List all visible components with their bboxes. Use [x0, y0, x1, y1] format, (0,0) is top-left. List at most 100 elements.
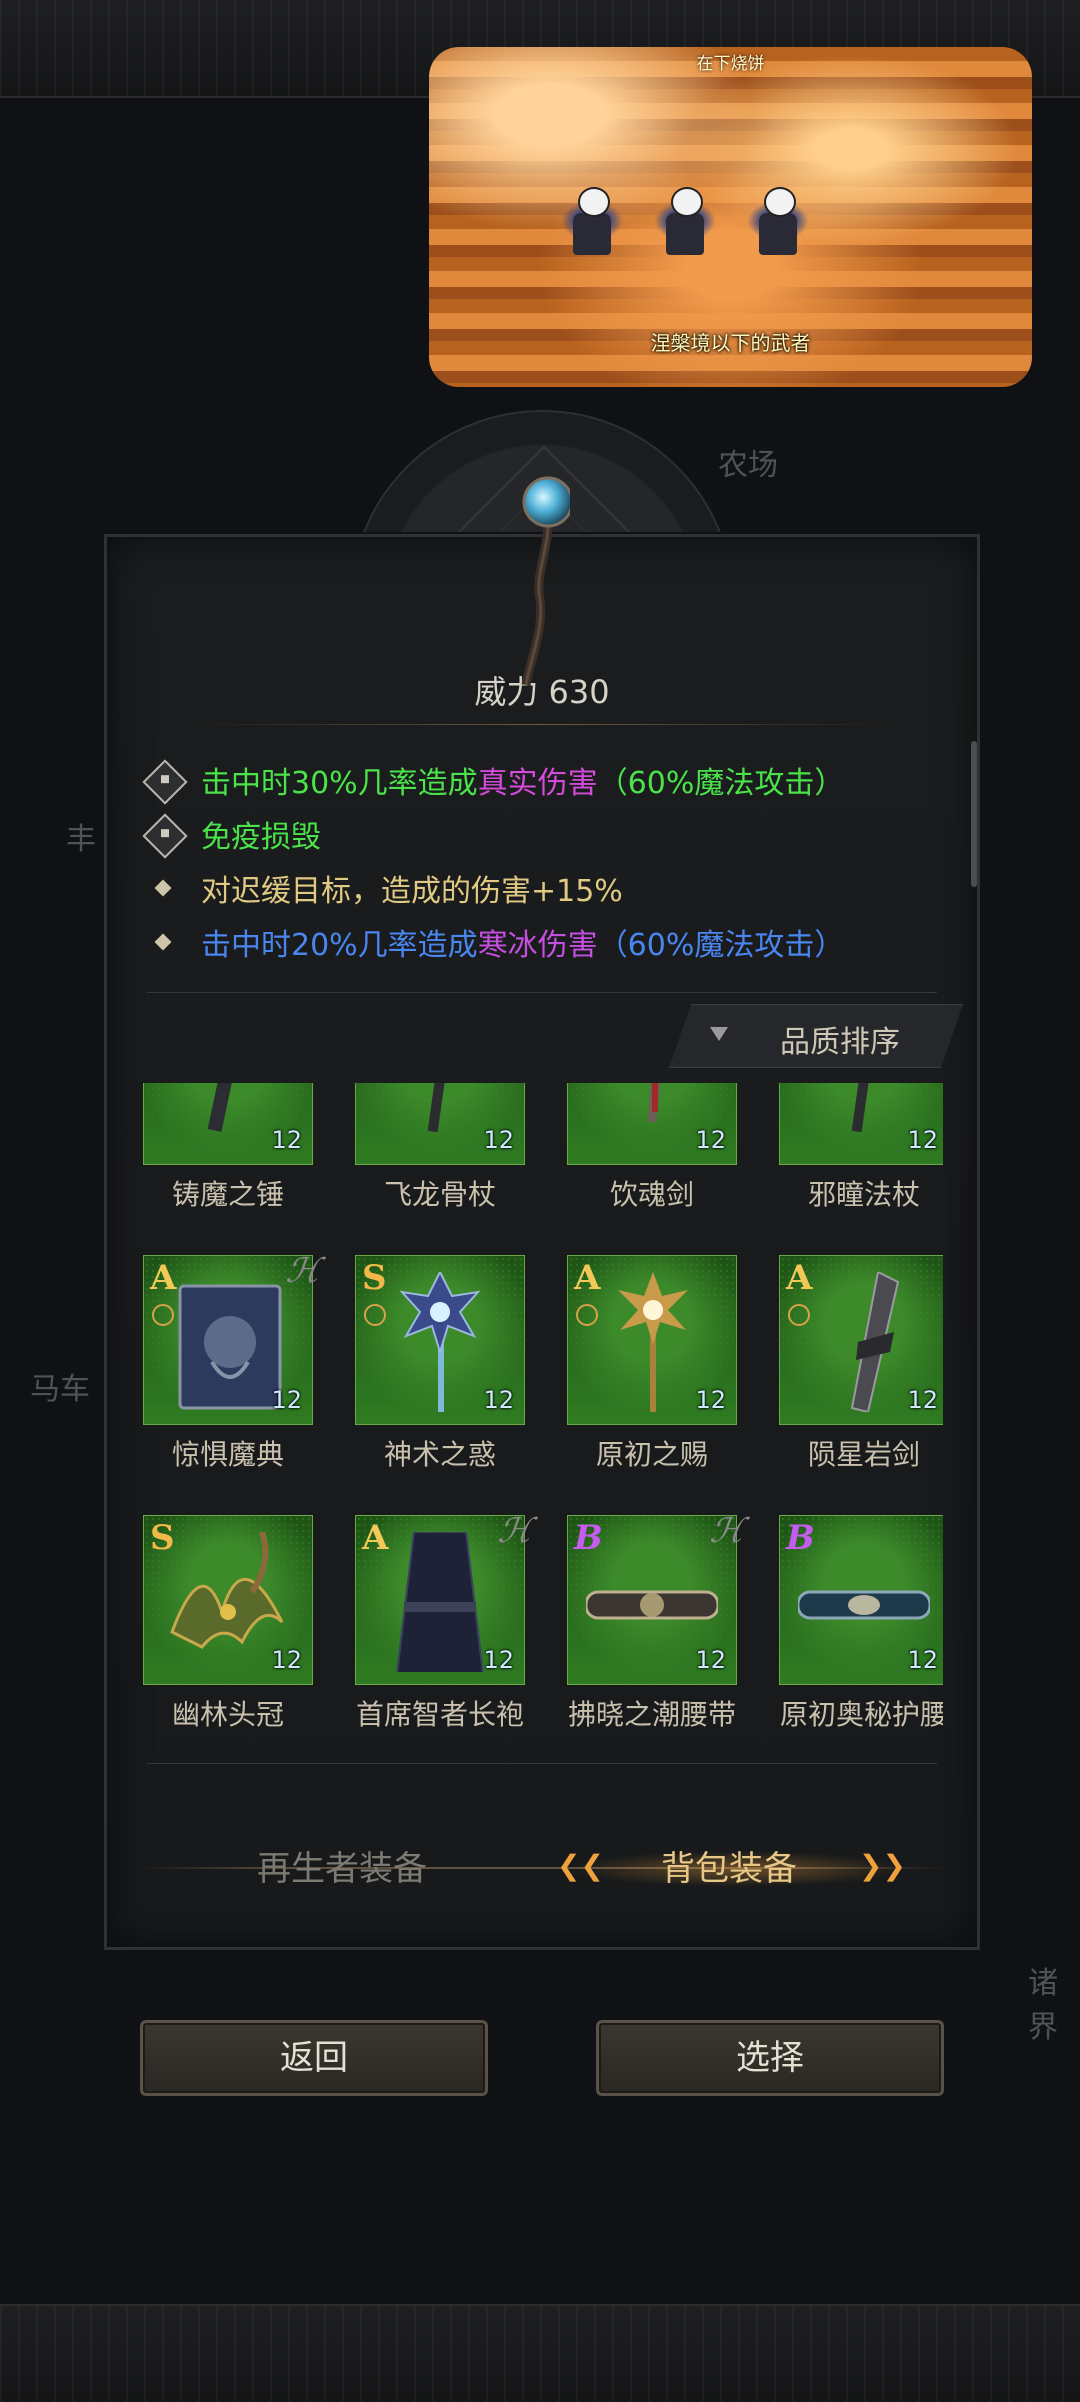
character-figure — [747, 187, 809, 257]
rank-badge: A — [362, 1518, 389, 1558]
inventory-item[interactable]: S 12 神术之惑 — [355, 1255, 525, 1471]
item-slot: S 12 — [355, 1255, 525, 1425]
lock-icon — [142, 759, 188, 805]
back-button[interactable]: 返回 — [140, 2020, 488, 2096]
section-divider — [147, 992, 937, 993]
item-name: 惊惧魔典 — [171, 1438, 284, 1471]
bottom-ornament-band — [0, 2304, 1080, 2402]
item-level: 12 — [907, 1646, 938, 1674]
item-name: 幽林头冠 — [171, 1698, 284, 1731]
bg-label-carriage: 马车 — [30, 1372, 90, 1407]
inventory-item[interactable]: S 12 幽林头冠 — [143, 1515, 313, 1731]
attribute-text: 对迟缓目标，造成的伤害+15% — [201, 874, 623, 909]
inventory-item[interactable]: 12 邪瞳法杖 — [779, 1083, 943, 1211]
rank-badge: B — [786, 1518, 815, 1558]
dropdown-arrow-icon — [710, 1027, 728, 1041]
video-caption: 涅槃境以下的武者 — [650, 331, 811, 355]
item-slot: 12 — [779, 1083, 943, 1165]
staff-icon — [521, 476, 570, 686]
equipment-panel: 威力 630 击中时30%几率造成 真实伤害 （60%魔法攻击） 免疫损毁 对迟缓目标，… — [104, 534, 980, 1950]
item-name: 邪瞳法杖 — [807, 1178, 920, 1211]
rank-badge: S — [362, 1258, 387, 1298]
item-name: 饮魂剑 — [609, 1178, 694, 1211]
item-level: 12 — [483, 1646, 514, 1674]
item-level: 12 — [695, 1646, 726, 1674]
item-name: 陨星岩剑 — [807, 1438, 920, 1471]
video-uploader-text: 在下烧饼 — [696, 54, 765, 74]
rank-badge: B — [574, 1518, 603, 1558]
item-name: 首席智者长袍 — [355, 1698, 524, 1731]
diamond-bullet-icon — [143, 868, 183, 908]
attribute-text: （60%魔法攻击） — [597, 928, 845, 963]
power-divider — [187, 724, 897, 725]
rank-badge: A — [786, 1258, 813, 1298]
diamond-bullet-icon — [143, 922, 183, 962]
lock-icon — [142, 813, 188, 859]
item-level: 12 — [483, 1126, 514, 1154]
grid-bottom-divider — [147, 1763, 937, 1764]
tab-bag-equipment[interactable]: 背包装备 — [661, 1841, 797, 1890]
item-level: 12 — [483, 1386, 514, 1414]
inventory-grid: 12 铸魔之锤 12 飞龙骨杖 12 饮魂剑 12 邪瞳法杖 A 12 ℋ 惊惧魔典 S 12 神术之惑 A 1… — [143, 1083, 943, 1763]
bg-label-feng: 丰 — [66, 822, 96, 857]
item-name: 铸魔之锤 — [171, 1178, 284, 1211]
tab-regenerator-equipment[interactable]: 再生者装备 — [257, 1841, 427, 1890]
socket-ring-icon — [576, 1304, 598, 1326]
character-figure — [561, 187, 623, 257]
socket-ring-icon — [788, 1304, 810, 1326]
attribute-text: 击中时30%几率造成 — [201, 766, 478, 801]
tab-right-ornament-icon: ❯❯ — [859, 1849, 906, 1882]
attribute-text: 寒冰伤害 — [477, 928, 598, 963]
inventory-item[interactable]: A 12 ℋ 首席智者长袍 — [355, 1511, 542, 1731]
inventory-item[interactable]: 12 飞龙骨杖 — [355, 1083, 525, 1211]
attribute-row: 击中时20%几率造成 寒冰伤害 （60%魔法攻击） — [143, 915, 963, 969]
item-slot: 12 — [567, 1083, 737, 1165]
attribute-row: 击中时30%几率造成 真实伤害 （60%魔法攻击） — [142, 753, 963, 807]
item-level: 12 — [695, 1126, 726, 1154]
inventory-item[interactable]: 12 饮魂剑 — [567, 1083, 737, 1211]
quality-sort-button[interactable]: 品质排序 — [669, 1004, 963, 1068]
item-level: 12 — [271, 1646, 302, 1674]
attribute-list: 击中时30%几率造成 真实伤害 （60%魔法攻击） 免疫损毁 对迟缓目标，造成的伤害+1… — [142, 753, 963, 969]
item-level: 12 — [271, 1386, 302, 1414]
item-slot: 12 — [355, 1083, 525, 1165]
item-slot: A 12 — [567, 1255, 737, 1425]
inventory-item[interactable]: B 12 ℋ 拂晓之潮腰带 — [567, 1511, 754, 1731]
item-level: 12 — [907, 1386, 938, 1414]
item-slot: A 12 — [779, 1255, 943, 1425]
tab-left-ornament-icon: ❮❮ — [557, 1849, 604, 1882]
inventory-item[interactable]: A 12 ℋ 惊惧魔典 — [143, 1251, 330, 1471]
video-overlay[interactable]: 在下烧饼 涅槃境以下的武者 — [429, 47, 1032, 387]
inventory-item[interactable]: A 12 陨星岩剑 — [779, 1255, 943, 1471]
bg-label-realms: 诸界 — [1028, 1966, 1058, 2045]
item-slot: 12 — [143, 1083, 313, 1165]
inventory-item[interactable]: B 12 原初奥秘护腰 — [779, 1515, 943, 1731]
socket-ring-icon — [364, 1304, 386, 1326]
scrollbar[interactable] — [971, 741, 977, 887]
item-level: 12 — [271, 1126, 302, 1154]
attribute-text: （60%魔法攻击） — [597, 766, 845, 801]
item-name: 原初之赐 — [595, 1438, 708, 1471]
item-level: 12 — [907, 1126, 938, 1154]
item-name: 飞龙骨杖 — [383, 1178, 496, 1211]
bg-label-farm: 农场 — [718, 448, 778, 483]
item-slot: B 12 — [779, 1515, 943, 1685]
character-figure — [654, 187, 716, 257]
rank-badge: A — [150, 1258, 177, 1298]
rank-badge: S — [150, 1518, 175, 1558]
attribute-text: 击中时20%几率造成 — [201, 928, 478, 963]
inventory-item[interactable]: 12 铸魔之锤 — [143, 1083, 313, 1211]
item-name: 神术之惑 — [383, 1438, 496, 1471]
inventory-item[interactable]: A 12 原初之赐 — [567, 1255, 737, 1471]
item-slot: S 12 — [143, 1515, 313, 1685]
rank-badge: A — [574, 1258, 601, 1298]
socket-ring-icon — [152, 1304, 174, 1326]
item-level: 12 — [695, 1386, 726, 1414]
attribute-text: 真实伤害 — [477, 766, 598, 801]
attribute-text: 免疫损毁 — [201, 820, 321, 855]
item-name: 拂晓之潮腰带 — [567, 1698, 736, 1731]
attribute-row: 对迟缓目标，造成的伤害+15% — [143, 861, 963, 915]
item-name: 原初奥秘护腰 — [779, 1698, 943, 1731]
sort-button-label: 品质排序 — [780, 1025, 900, 1060]
select-button[interactable]: 选择 — [596, 2020, 944, 2096]
